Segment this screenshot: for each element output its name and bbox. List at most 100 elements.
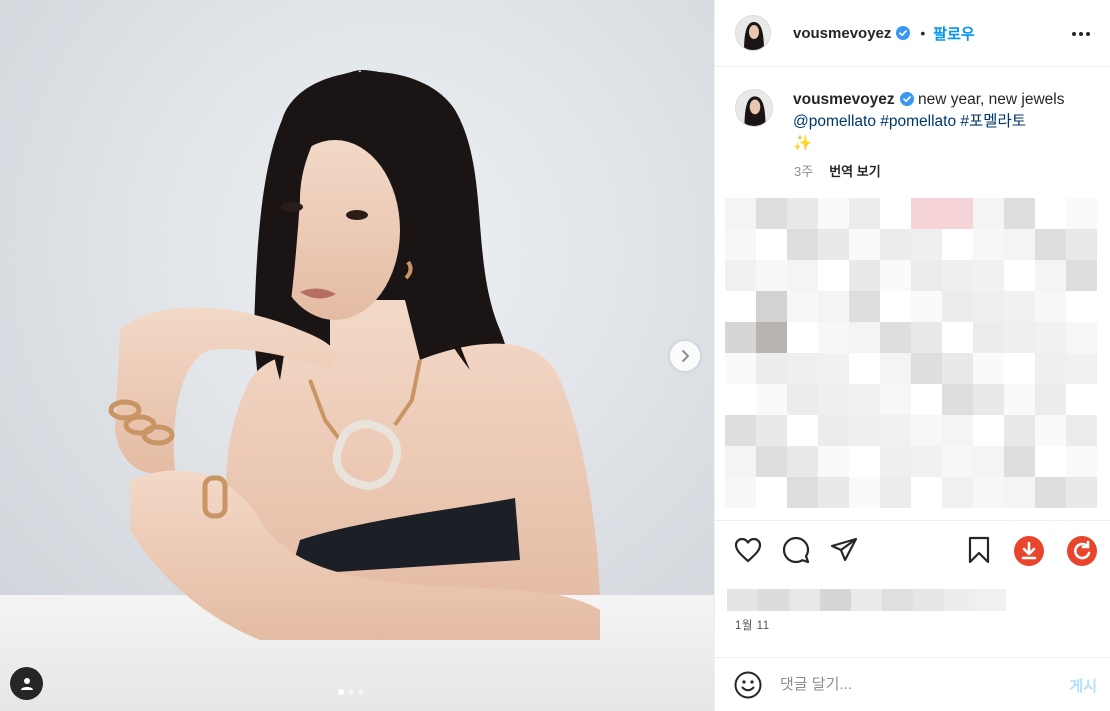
blur-cell [787,384,818,415]
send-icon [830,537,858,562]
blur-cell [725,322,756,353]
bookmark-icon [968,536,990,564]
blur-cell [787,198,818,229]
separator-dot: • [920,25,926,41]
blur-cell [818,198,849,229]
blur-cell [789,589,820,611]
blur-cell [787,229,818,260]
blur-cell [758,589,789,611]
caption-age: 3주 [794,164,814,179]
verified-badge-icon [899,92,914,106]
carousel-dot-active [338,689,344,695]
blur-cell [727,589,758,611]
username[interactable]: vousmevoyez [793,25,891,42]
download-icon [1014,536,1044,566]
blur-cell [787,260,818,291]
blur-cell [880,415,911,446]
post-side-panel: vousmevoyez • 팔로우 vousmevoyez new year, … [714,0,1110,711]
caption-hashtag[interactable]: #pomellato [880,113,956,130]
share-button[interactable] [829,535,859,565]
blur-cell [1035,229,1066,260]
comment-input[interactable] [780,676,1040,693]
blur-cell [725,229,756,260]
blur-cell [942,415,973,446]
blur-cell [942,384,973,415]
blur-cell [911,260,942,291]
blur-cell [756,415,787,446]
blur-cell [1035,415,1066,446]
avatar-image [736,90,772,126]
blur-cell [849,477,880,508]
blur-cell [787,353,818,384]
avatar-image [736,16,770,50]
blur-cell [849,384,880,415]
blur-cell [849,322,880,353]
blur-cell [849,198,880,229]
heart-icon [734,537,762,563]
caption-hashtag[interactable]: #포멜라토 [960,113,1026,130]
carousel-dot [358,689,364,695]
post-comment-button[interactable]: 게시 [1069,675,1097,696]
blur-cell [973,260,1004,291]
blur-cell [820,589,851,611]
comment-button[interactable] [781,535,811,565]
blur-cell [756,353,787,384]
blur-cell [756,260,787,291]
blur-cell [1004,415,1035,446]
post-header: vousmevoyez • 팔로우 [715,0,1110,67]
user-tag-icon [20,677,33,690]
carousel-next-button[interactable] [670,341,700,371]
blur-cell [725,260,756,291]
follow-button[interactable]: 팔로우 [933,23,974,44]
emoji-button[interactable] [734,671,762,699]
blur-cell [818,353,849,384]
blur-cell [880,260,911,291]
blur-cell [942,291,973,322]
blur-cell [851,589,882,611]
refresh-icon [1067,536,1097,566]
caption-avatar[interactable] [735,89,773,127]
blur-cell [1035,353,1066,384]
save-button[interactable] [964,535,994,565]
blur-cell [818,415,849,446]
caption-mention[interactable]: @pomellato [793,113,876,130]
blur-cell [973,477,1004,508]
caption-meta: 3주 번역 보기 [794,161,881,180]
sparkles-emoji: ✨ [793,135,813,152]
blur-cell [725,477,756,508]
blur-cell [913,589,944,611]
blur-cell [973,291,1004,322]
blur-cell [849,260,880,291]
blur-cell [973,446,1004,477]
blur-cell [849,229,880,260]
blur-cell [973,384,1004,415]
comment-icon [782,536,810,564]
blur-cell [818,446,849,477]
blur-cell [1066,322,1097,353]
blur-cell [942,198,973,229]
caption-body: vousmevoyez new year, new jewels @pomell… [793,89,1064,155]
blur-cell [882,589,913,611]
more-options-button[interactable] [1069,22,1093,46]
user-tag-button[interactable] [10,667,43,700]
verified-badge-icon [896,26,911,40]
caption: vousmevoyez new year, new jewels @pomell… [735,89,1095,155]
refresh-button[interactable] [1066,535,1098,567]
caption-username[interactable]: vousmevoyez [793,91,895,108]
blur-cell [911,353,942,384]
download-button[interactable] [1013,535,1045,567]
blur-cell [1035,260,1066,291]
post-media[interactable] [0,0,714,711]
blur-cell [787,291,818,322]
blur-cell [1004,322,1035,353]
translate-button[interactable]: 번역 보기 [829,161,880,180]
blur-cell [944,589,975,611]
avatar[interactable] [735,15,771,51]
blur-cell [756,198,787,229]
blur-cell [1004,198,1035,229]
like-button[interactable] [733,535,763,565]
blur-cell [1004,384,1035,415]
blur-cell [787,446,818,477]
post-photo [0,0,714,711]
blur-cell [725,446,756,477]
